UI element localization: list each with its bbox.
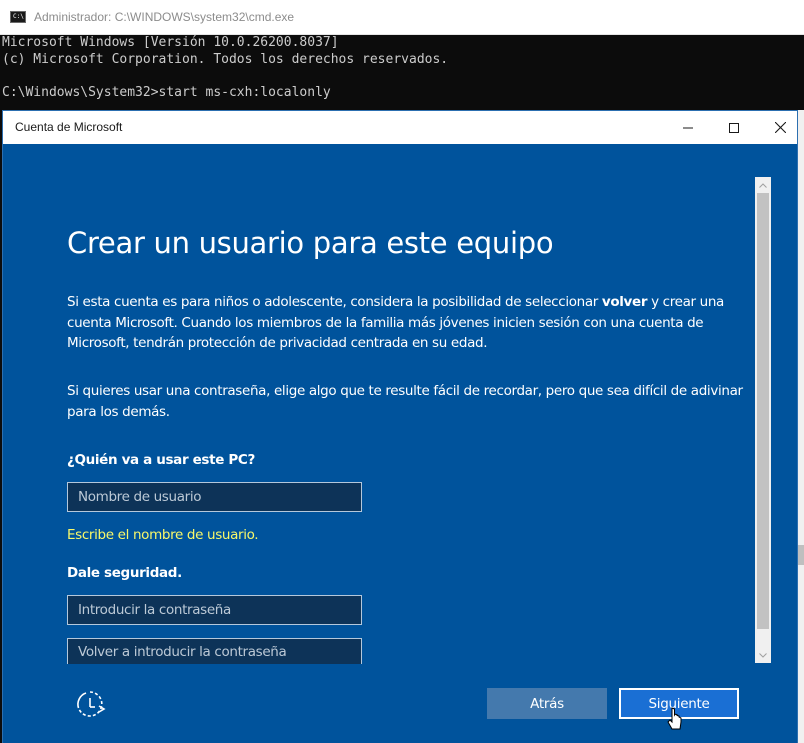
cmd-output[interactable]: Microsoft Windows [Versión 10.0.26200.80… [2, 35, 448, 101]
password-confirm-input[interactable] [67, 638, 362, 664]
cmd-line: (c) Microsoft Corporation. Todos los der… [2, 51, 449, 67]
cmd-app-icon: C:\ [10, 11, 26, 23]
back-keyword: volver [601, 294, 648, 310]
username-input[interactable] [67, 482, 362, 512]
cmd-window-title: Administrador: C:\WINDOWS\system32\cmd.e… [34, 10, 295, 24]
back-button[interactable]: Atrás [487, 688, 607, 719]
scroll-up-button[interactable] [755, 177, 771, 193]
page-title: Crear un usuario para este equipo [67, 226, 554, 260]
chevron-down-icon [759, 652, 767, 658]
info-paragraph-password: Si quieres usar una contraseña, elige al… [67, 383, 743, 420]
maximize-button[interactable] [711, 111, 757, 144]
microsoft-account-dialog: Cuenta de Microsoft Crear un usuario par… [3, 111, 797, 743]
cmd-scrollbar-thumb[interactable] [798, 545, 804, 565]
dialog-scrollbar-thumb[interactable] [757, 193, 769, 629]
cmd-line: Microsoft Windows [Versión 10.0.26200.80… [2, 35, 339, 50]
security-label: Dale seguridad. [67, 565, 182, 581]
dialog-titlebar[interactable]: Cuenta de Microsoft [3, 111, 797, 144]
cmd-line: C:\Windows\System32>start ms-cxh:localon… [2, 84, 331, 100]
cmd-scrollbar-track[interactable] [797, 110, 804, 743]
scroll-down-button[interactable] [755, 647, 771, 663]
cmd-line [2, 68, 448, 85]
close-icon [774, 122, 786, 133]
chevron-up-icon [759, 182, 767, 188]
close-button[interactable] [757, 111, 803, 144]
mouse-cursor-icon [667, 707, 682, 730]
info-paragraph-children: Si esta cuenta es para niños o adolescen… [67, 294, 724, 351]
minimize-button[interactable] [665, 111, 711, 144]
minimize-icon [683, 127, 693, 128]
who-label: ¿Quién va a usar este PC? [67, 452, 255, 468]
username-hint: Escribe el nombre de usuario. [67, 527, 259, 543]
dialog-title: Cuenta de Microsoft [15, 120, 123, 134]
password-input[interactable] [67, 595, 362, 625]
cmd-titlebar[interactable]: C:\ Administrador: C:\WINDOWS\system32\c… [0, 0, 804, 35]
maximize-icon [729, 122, 739, 133]
ease-of-access-icon[interactable] [73, 688, 107, 722]
